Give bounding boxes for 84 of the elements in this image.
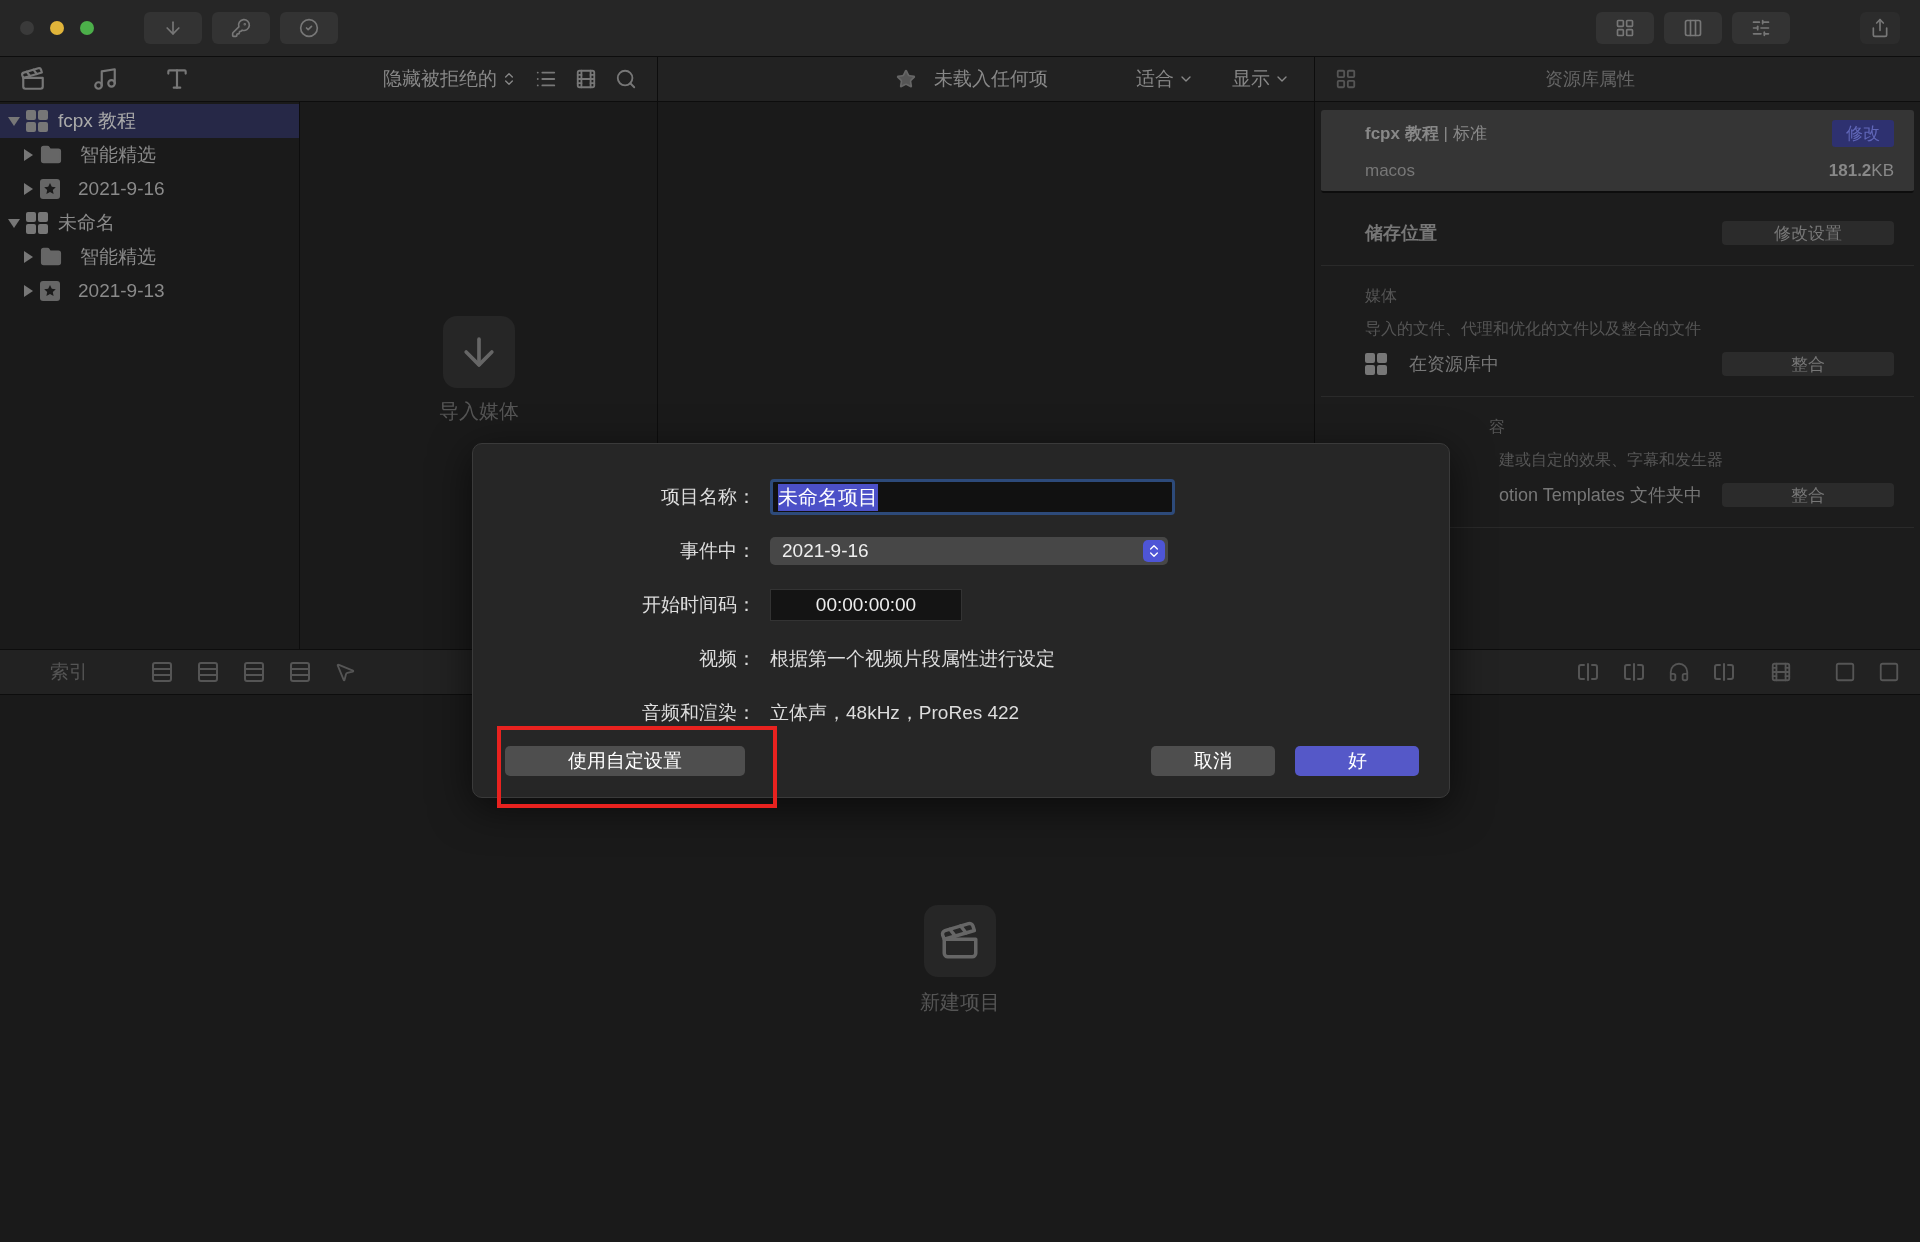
key-button[interactable] bbox=[212, 12, 270, 44]
modify-settings-button[interactable]: 修改设置 bbox=[1722, 221, 1894, 245]
pointer-tool-icon[interactable] bbox=[334, 661, 356, 683]
clapperboard-tile[interactable] bbox=[924, 905, 996, 977]
filter-menu[interactable]: 隐藏被拒绝的 bbox=[383, 66, 517, 92]
sidebar-item[interactable]: 2021-9-13 bbox=[0, 274, 299, 308]
music-icon[interactable] bbox=[92, 66, 118, 92]
disclosure-triangle-icon[interactable] bbox=[8, 217, 20, 229]
cancel-button[interactable]: 取消 bbox=[1151, 746, 1275, 776]
ok-button[interactable]: 好 bbox=[1295, 746, 1419, 776]
section-heading: 媒体 bbox=[1365, 286, 1398, 306]
checkmark-icon bbox=[299, 18, 319, 38]
viewer-menu[interactable]: 显示 bbox=[1232, 66, 1290, 92]
sidebar-item[interactable]: 智能精选 bbox=[0, 138, 299, 172]
viewer-title: 未载入任何项 bbox=[934, 67, 1048, 91]
title-icon[interactable] bbox=[164, 66, 190, 92]
library-name: fcpx 教程 | 标准 bbox=[1365, 123, 1487, 145]
inspector-title: 资源库属性 bbox=[1545, 68, 1635, 91]
new-project-label: 新建项目 bbox=[920, 990, 1000, 1015]
import-media-tile[interactable] bbox=[442, 316, 515, 388]
storage-heading: 储存位置 bbox=[1365, 222, 1437, 245]
consolidate-button[interactable]: 整合 bbox=[1722, 352, 1894, 376]
item-label: fcpx 教程 bbox=[58, 109, 137, 133]
custom-settings-button[interactable]: 使用自定设置 bbox=[505, 746, 745, 776]
location-text: macos bbox=[1365, 161, 1416, 181]
field-label: 视频： bbox=[698, 647, 756, 671]
stepper-icon bbox=[1143, 540, 1165, 562]
clapperboard-icon bbox=[939, 920, 981, 962]
folder-icon bbox=[40, 144, 62, 166]
library-icon bbox=[26, 110, 48, 132]
disclosure-triangle-icon[interactable] bbox=[22, 149, 34, 161]
search-icon[interactable] bbox=[615, 68, 637, 90]
key-icon bbox=[231, 18, 251, 38]
event-popup[interactable]: 2021-9-16 bbox=[770, 537, 1168, 565]
star-event-icon bbox=[40, 179, 60, 199]
headphones-icon[interactable] bbox=[1668, 661, 1690, 683]
sidebar-item[interactable]: 2021-9-16 bbox=[0, 172, 299, 206]
item-label: 2021-9-16 bbox=[78, 178, 165, 200]
share-icon bbox=[1870, 18, 1890, 38]
field-label: 项目名称： bbox=[660, 485, 756, 509]
star-icon bbox=[896, 69, 916, 89]
field-label: 开始时间码： bbox=[641, 593, 756, 617]
library-grid-icon bbox=[1335, 68, 1357, 90]
item-label: 2021-9-13 bbox=[78, 280, 165, 302]
location-label: 在资源库中 bbox=[1409, 353, 1499, 376]
sidebar-item[interactable]: 未命名 bbox=[0, 206, 299, 240]
disclosure-triangle-icon[interactable] bbox=[8, 115, 20, 127]
clapperboard-icon[interactable] bbox=[20, 66, 46, 92]
minimize-light[interactable] bbox=[50, 21, 64, 35]
consolidate-button[interactable]: 整合 bbox=[1722, 483, 1894, 507]
viewer-menu[interactable]: 适合 bbox=[1136, 66, 1194, 92]
columns-icon bbox=[1683, 18, 1703, 38]
disclosure-triangle-icon[interactable] bbox=[22, 285, 34, 297]
item-label: 未命名 bbox=[58, 211, 115, 235]
grid-icon bbox=[1615, 18, 1635, 38]
field-label: 事件中： bbox=[679, 539, 756, 563]
project-name-field[interactable]: 未命名项目 bbox=[770, 479, 1175, 515]
section-heading: 容 bbox=[1488, 417, 1506, 437]
timecode-field[interactable]: 00:00:00:00 bbox=[770, 589, 962, 621]
sidebar-item[interactable]: fcpx 教程 bbox=[0, 104, 299, 138]
folder-icon bbox=[40, 246, 62, 268]
item-label: 智能精选 bbox=[80, 245, 156, 269]
columns-layout-button[interactable] bbox=[1664, 12, 1722, 44]
sidebar-item[interactable]: 智能精选 bbox=[0, 240, 299, 274]
import-media-label: 导入媒体 bbox=[438, 399, 519, 424]
disclosure-triangle-icon[interactable] bbox=[22, 251, 34, 263]
star-event-icon bbox=[40, 281, 60, 301]
filmstrip-icon[interactable] bbox=[575, 68, 597, 90]
share-button[interactable] bbox=[1860, 12, 1900, 44]
library-icon bbox=[26, 212, 48, 234]
sliders-icon bbox=[1751, 18, 1771, 38]
zoom-light[interactable] bbox=[80, 21, 94, 35]
check-button[interactable] bbox=[280, 12, 338, 44]
location-label: otion Templates 文件夹中 bbox=[1499, 484, 1702, 507]
grid-layout-button[interactable] bbox=[1596, 12, 1654, 44]
sliders-button[interactable] bbox=[1732, 12, 1790, 44]
import-button[interactable] bbox=[144, 12, 202, 44]
disclosure-triangle-icon[interactable] bbox=[22, 183, 34, 195]
library-icon bbox=[1365, 353, 1387, 375]
size-text: 181.2KB bbox=[1828, 161, 1894, 181]
field-label: 音频和渲染： bbox=[641, 701, 756, 725]
setting-value: 根据第一个视频片段属性进行设定 bbox=[770, 648, 1055, 669]
item-label: 智能精选 bbox=[80, 143, 156, 167]
setting-value: 立体声，48kHz，ProRes 422 bbox=[770, 702, 1020, 723]
